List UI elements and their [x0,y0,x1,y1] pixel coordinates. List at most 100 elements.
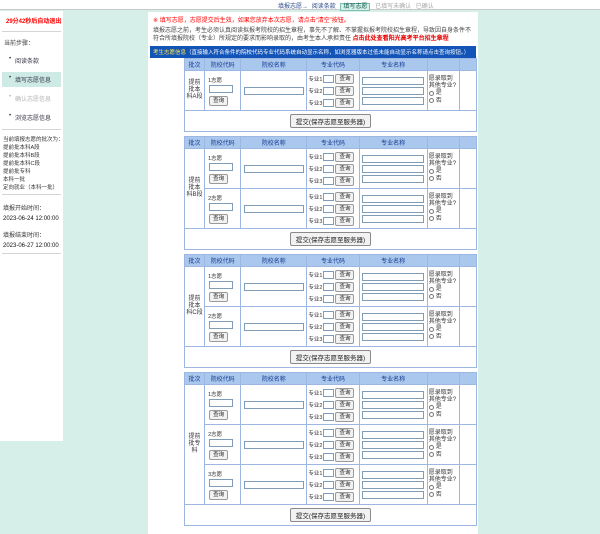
major-code-input[interactable] [323,322,335,331]
major-name-input[interactable] [362,282,425,291]
adjust-no-option[interactable]: 否 [428,492,458,499]
radio-icon[interactable] [428,208,434,214]
major-code-input[interactable] [323,176,335,185]
major-code-input[interactable] [323,492,335,501]
major-name-input[interactable] [362,164,425,173]
college-name-input[interactable] [243,86,304,95]
college-code-input[interactable] [209,280,234,289]
college-code-input[interactable] [209,84,234,93]
radio-icon[interactable] [428,326,434,332]
major-query-button[interactable]: 查询 [335,321,355,332]
major-code-input[interactable] [323,164,335,173]
major-name-input[interactable] [362,86,425,95]
college-query-button[interactable]: 查询 [209,331,229,342]
major-query-button[interactable]: 查询 [335,203,355,214]
major-code-input[interactable] [323,412,335,421]
major-query-button[interactable]: 查询 [335,491,355,502]
sidebar-item-read-terms[interactable]: 阅读条款 [2,53,61,68]
major-name-input[interactable] [362,470,425,479]
major-query-button[interactable]: 查询 [335,411,355,422]
major-code-input[interactable] [323,98,335,107]
major-code-input[interactable] [323,452,335,461]
adjust-yes-option[interactable]: 是 [428,484,458,491]
adjust-yes-option[interactable]: 是 [428,326,458,333]
college-name-input[interactable] [243,480,304,489]
major-query-button[interactable]: 查询 [335,191,355,202]
college-name-input[interactable] [243,282,304,291]
major-code-input[interactable] [323,282,335,291]
major-query-button[interactable]: 查询 [335,479,355,490]
major-code-input[interactable] [323,204,335,213]
radio-icon[interactable] [428,452,434,458]
adjust-no-option[interactable]: 否 [428,98,458,105]
major-code-input[interactable] [323,192,335,201]
submit-button[interactable]: 提交(保存志愿至服务器) [289,232,372,246]
college-query-button[interactable]: 查询 [209,291,229,302]
major-name-input[interactable] [362,174,425,183]
major-name-input[interactable] [362,440,425,449]
radio-icon[interactable] [428,484,434,490]
major-name-input[interactable] [362,410,425,419]
radio-icon[interactable] [428,98,434,104]
major-query-button[interactable]: 查询 [335,467,355,478]
major-code-input[interactable] [323,216,335,225]
major-query-button[interactable]: 查询 [335,269,355,280]
college-name-input[interactable] [243,322,304,331]
major-code-input[interactable] [323,388,335,397]
adjust-no-option[interactable]: 否 [428,334,458,341]
adjust-yes-option[interactable]: 是 [428,208,458,215]
major-name-input[interactable] [362,450,425,459]
major-query-button[interactable]: 查询 [335,399,355,410]
radio-icon[interactable] [428,404,434,410]
college-query-button[interactable]: 查询 [209,409,229,420]
major-name-input[interactable] [362,332,425,341]
major-name-input[interactable] [362,312,425,321]
submit-button[interactable]: 提交(保存志愿至服务器) [289,114,372,128]
major-query-button[interactable]: 查询 [335,427,355,438]
adjust-no-option[interactable]: 否 [428,216,458,223]
major-name-input[interactable] [362,400,425,409]
college-name-input[interactable] [243,400,304,409]
college-code-input[interactable] [209,398,234,407]
major-code-input[interactable] [323,428,335,437]
major-query-button[interactable]: 查询 [335,163,355,174]
adjust-yes-option[interactable]: 是 [428,90,458,97]
college-query-button[interactable]: 查询 [209,95,229,106]
college-code-input[interactable] [209,162,234,171]
major-name-input[interactable] [362,292,425,301]
major-code-input[interactable] [323,480,335,489]
major-query-button[interactable]: 查询 [335,85,355,96]
major-code-input[interactable] [323,468,335,477]
major-code-input[interactable] [323,294,335,303]
major-query-button[interactable]: 查询 [335,309,355,320]
major-name-input[interactable] [362,430,425,439]
major-code-input[interactable] [323,270,335,279]
radio-icon[interactable] [428,168,434,174]
radio-icon[interactable] [428,90,434,96]
radio-icon[interactable] [428,334,434,340]
sidebar-item-fill-volunteer-info[interactable]: 填写志愿信息 [2,72,61,87]
college-name-input[interactable] [243,204,304,213]
major-query-button[interactable]: 查询 [335,73,355,84]
adjust-no-option[interactable]: 否 [428,452,458,459]
radio-icon[interactable] [428,412,434,418]
college-query-button[interactable]: 查询 [209,213,229,224]
major-query-button[interactable]: 查询 [335,281,355,292]
major-query-button[interactable]: 查询 [335,451,355,462]
major-name-input[interactable] [362,322,425,331]
major-query-button[interactable]: 查询 [335,215,355,226]
major-name-input[interactable] [362,480,425,489]
adjust-yes-option[interactable]: 是 [428,444,458,451]
radio-icon[interactable] [428,176,434,182]
submit-button[interactable]: 提交(保存志愿至服务器) [289,350,372,364]
adjust-no-option[interactable]: 否 [428,412,458,419]
adjust-no-option[interactable]: 否 [428,294,458,301]
college-code-input[interactable] [209,202,234,211]
college-name-input[interactable] [243,440,304,449]
major-name-input[interactable] [362,390,425,399]
major-query-button[interactable]: 查询 [335,439,355,450]
college-name-input[interactable] [243,164,304,173]
adjust-yes-option[interactable]: 是 [428,168,458,175]
submit-button[interactable]: 提交(保存志愿至服务器) [289,508,372,522]
radio-icon[interactable] [428,294,434,300]
